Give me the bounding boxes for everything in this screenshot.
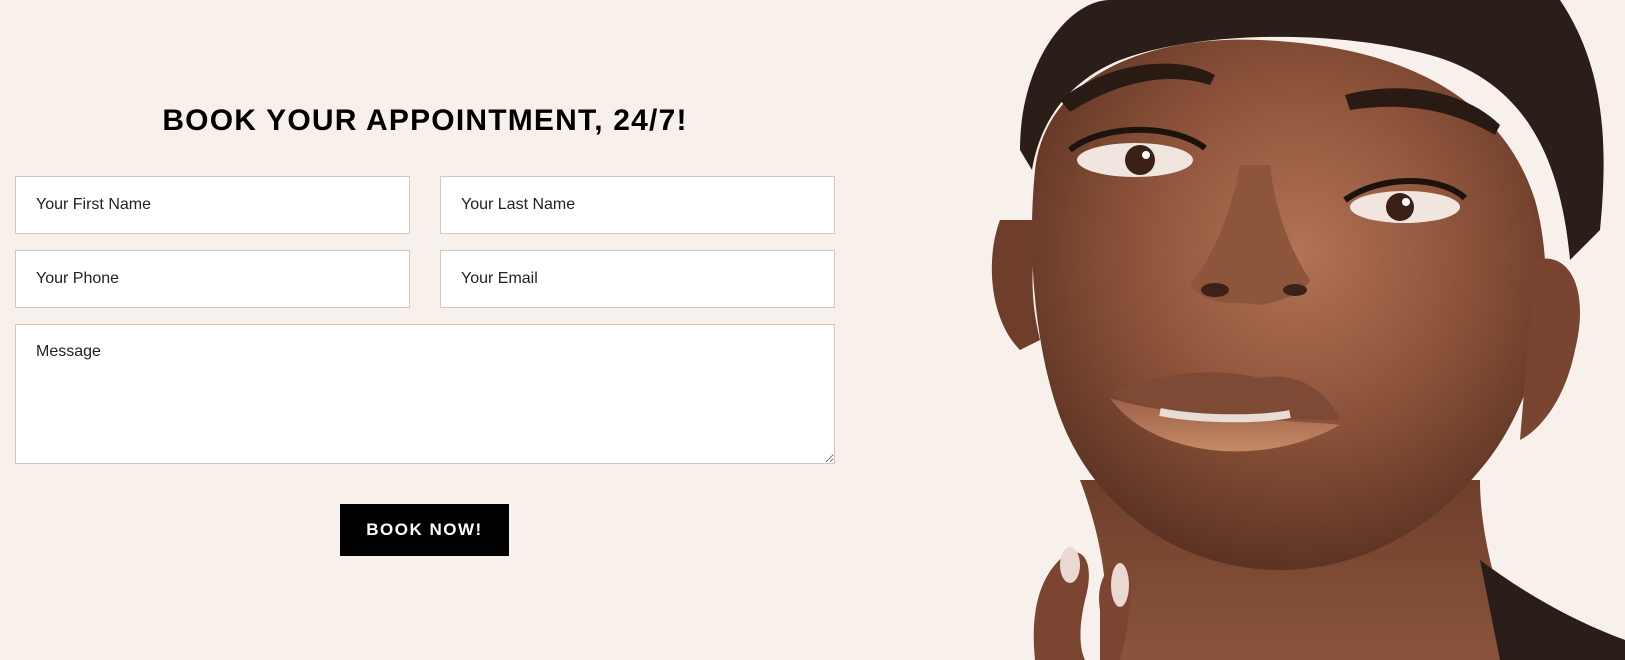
portrait-photo	[991, 0, 1625, 660]
book-now-button[interactable]: BOOK NOW!	[340, 504, 509, 556]
message-textarea[interactable]	[15, 324, 835, 464]
email-input[interactable]	[440, 250, 835, 308]
last-name-input[interactable]	[440, 176, 835, 234]
first-name-input[interactable]	[15, 176, 410, 234]
form-heading: BOOK YOUR APPOINTMENT, 24/7!	[162, 104, 688, 137]
phone-input[interactable]	[15, 250, 410, 308]
appointment-form: BOOK YOUR APPOINTMENT, 24/7! BOOK NOW!	[15, 0, 835, 660]
